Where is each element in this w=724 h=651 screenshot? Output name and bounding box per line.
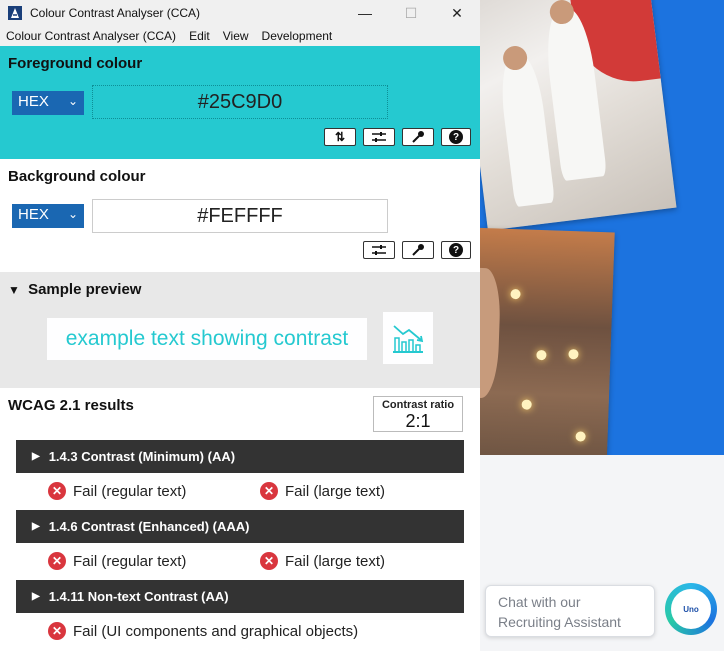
wcag-results-title: WCAG 2.1 results bbox=[8, 397, 134, 414]
cca-window: Colour Contrast Analyser (CCA) — ☐ ✕ Col… bbox=[0, 0, 480, 651]
chat-assistant-button[interactable]: Uno bbox=[665, 583, 717, 635]
background-title: Background colour bbox=[8, 168, 146, 185]
sample-preview-header[interactable]: ▼ Sample preview bbox=[8, 281, 141, 298]
contrast-ratio-value: 2:1 bbox=[405, 411, 431, 431]
expand-triangle-icon: ▶ bbox=[32, 591, 40, 602]
chat-line-2: Recruiting Assistant bbox=[498, 614, 621, 630]
close-button[interactable]: ✕ bbox=[434, 0, 480, 26]
expand-triangle-icon: ▶ bbox=[32, 451, 40, 462]
contrast-ratio-label: Contrast ratio bbox=[381, 399, 455, 411]
menu-app[interactable]: Colour Contrast Analyser (CCA) bbox=[0, 29, 183, 43]
criterion-1-4-6-toggle[interactable]: ▶ 1.4.6 Contrast (Enhanced) (AAA) bbox=[16, 510, 464, 543]
website-photo-group bbox=[457, 0, 677, 231]
minimize-button[interactable]: — bbox=[342, 0, 388, 26]
result-large-text: ✕ Fail (large text) bbox=[260, 482, 385, 500]
criterion-1-4-11-toggle[interactable]: ▶ 1.4.11 Non-text Contrast (AA) bbox=[16, 580, 464, 613]
background-hex-input[interactable]: #FEFFFF bbox=[92, 199, 388, 233]
result-ui-components: ✕ Fail (UI components and graphical obje… bbox=[48, 622, 358, 640]
result-regular-text: ✕ Fail (regular text) bbox=[48, 552, 186, 570]
background-format-select[interactable]: HEX ⌄ bbox=[12, 204, 84, 228]
background-eyedropper-button[interactable] bbox=[402, 241, 434, 259]
eyedropper-icon bbox=[412, 131, 424, 143]
foreground-hex-input[interactable]: #25C9D0 bbox=[92, 85, 388, 119]
fail-icon: ✕ bbox=[48, 482, 66, 500]
result-regular-text: ✕ Fail (regular text) bbox=[48, 482, 186, 500]
chart-icon bbox=[393, 325, 424, 353]
wcag-results-section: WCAG 2.1 results Contrast ratio 2:1 ▶ 1.… bbox=[0, 388, 480, 651]
background-section: Background colour HEX ⌄ #FEFFFF ? bbox=[0, 159, 480, 272]
foreground-eyedropper-button[interactable] bbox=[402, 128, 434, 146]
chat-badge-label: Uno bbox=[671, 589, 711, 629]
result-label: Fail (regular text) bbox=[73, 482, 187, 500]
sample-graphic-box bbox=[383, 312, 433, 364]
background-help-button[interactable]: ? bbox=[441, 241, 471, 259]
sliders-icon bbox=[372, 132, 386, 142]
menu-bar: Colour Contrast Analyser (CCA) Edit View… bbox=[0, 26, 480, 46]
criterion-1-4-3-toggle[interactable]: ▶ 1.4.3 Contrast (Minimum) (AA) bbox=[16, 440, 464, 473]
fail-icon: ✕ bbox=[260, 482, 278, 500]
foreground-section: Foreground colour HEX ⌄ #25C9D0 ⇅ ? bbox=[0, 46, 480, 159]
help-icon: ? bbox=[449, 130, 463, 144]
sample-preview-title: Sample preview bbox=[28, 281, 142, 298]
sample-preview-section: ▼ Sample preview example text showing co… bbox=[0, 272, 480, 388]
collapse-triangle-icon: ▼ bbox=[8, 283, 20, 297]
fail-icon: ✕ bbox=[48, 622, 66, 640]
sample-text: example text showing contrast bbox=[65, 327, 349, 350]
menu-development[interactable]: Development bbox=[256, 29, 340, 43]
foreground-title: Foreground colour bbox=[8, 55, 143, 72]
sample-text-box: example text showing contrast bbox=[47, 318, 367, 360]
foreground-format-select[interactable]: HEX ⌄ bbox=[12, 91, 84, 115]
title-bar: Colour Contrast Analyser (CCA) — ☐ ✕ bbox=[0, 0, 480, 26]
window-title: Colour Contrast Analyser (CCA) bbox=[30, 6, 201, 20]
foreground-hex-value: #25C9D0 bbox=[197, 90, 283, 113]
app-logo-icon bbox=[8, 6, 22, 20]
fail-icon: ✕ bbox=[260, 552, 278, 570]
result-label: Fail (large text) bbox=[285, 552, 386, 570]
result-label: Fail (large text) bbox=[285, 482, 386, 500]
criterion-name: 1.4.11 Non-text Contrast (AA) bbox=[48, 589, 229, 604]
help-icon: ? bbox=[449, 243, 463, 257]
menu-view[interactable]: View bbox=[217, 29, 256, 43]
swap-colours-button[interactable]: ⇅ bbox=[324, 128, 356, 146]
background-format-value: HEX bbox=[18, 206, 49, 223]
result-large-text: ✕ Fail (large text) bbox=[260, 552, 385, 570]
criterion-name: 1.4.6 Contrast (Enhanced) (AAA) bbox=[48, 519, 250, 534]
foreground-format-value: HEX bbox=[18, 93, 49, 110]
result-label: Fail (regular text) bbox=[73, 552, 187, 570]
chat-line-1: Chat with our bbox=[498, 594, 581, 610]
menu-edit[interactable]: Edit bbox=[183, 29, 217, 43]
chevron-down-icon: ⌄ bbox=[67, 207, 78, 221]
swap-icon: ⇅ bbox=[334, 130, 346, 144]
sliders-icon bbox=[372, 245, 386, 255]
maximize-button[interactable]: ☐ bbox=[388, 0, 434, 26]
eyedropper-icon bbox=[412, 244, 424, 256]
background-sliders-button[interactable] bbox=[363, 241, 395, 259]
background-hex-value: #FEFFFF bbox=[197, 204, 283, 227]
fail-icon: ✕ bbox=[48, 552, 66, 570]
chevron-down-icon: ⌄ bbox=[67, 94, 78, 108]
expand-triangle-icon: ▶ bbox=[32, 521, 40, 532]
foreground-sliders-button[interactable] bbox=[363, 128, 395, 146]
chat-prompt-bubble[interactable]: t Chat with our Recruiting Assistant bbox=[476, 585, 655, 637]
criterion-name: 1.4.3 Contrast (Minimum) (AA) bbox=[48, 449, 236, 464]
foreground-help-button[interactable]: ? bbox=[441, 128, 471, 146]
result-label: Fail (UI components and graphical object… bbox=[73, 622, 359, 640]
contrast-ratio-box: Contrast ratio 2:1 bbox=[373, 396, 463, 432]
